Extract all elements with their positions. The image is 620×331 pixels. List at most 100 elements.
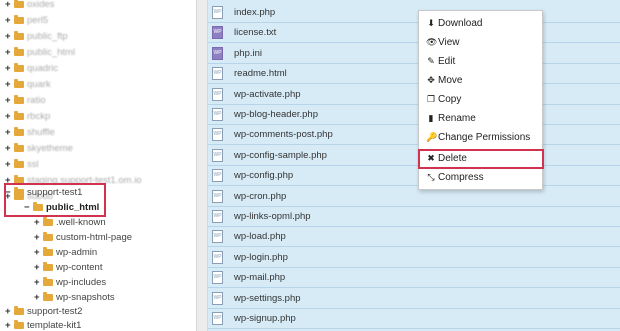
file-icon: WP xyxy=(212,250,223,264)
menu-item-label: Rename xyxy=(438,113,476,124)
highlight-box xyxy=(418,149,544,169)
file-row[interactable]: WP wp-mail.php xyxy=(208,268,620,289)
file-icon: WP xyxy=(212,67,223,81)
file-name: wp-config-sample.php xyxy=(234,149,327,161)
file-icon: WP xyxy=(212,291,223,305)
folder-icon xyxy=(14,47,24,56)
tree-item-label: perl5 xyxy=(27,15,49,26)
menu-item-label: Copy xyxy=(438,94,462,105)
file-name: wp-blog-header.php xyxy=(234,109,318,120)
folder-icon xyxy=(43,277,53,286)
file-name: wp-config.php xyxy=(234,170,294,182)
menu-item-label: View xyxy=(438,37,460,48)
folder-icon xyxy=(43,232,53,241)
file-name: index.php xyxy=(234,7,276,18)
file-row[interactable]: WP wp-links-opml.php xyxy=(208,207,620,227)
tree-item-label: support-test2 xyxy=(27,306,83,317)
highlight-box xyxy=(4,183,106,217)
file-icon: WP xyxy=(212,108,223,121)
download-icon: ⬇ xyxy=(427,18,435,28)
file-row[interactable]: WP wp-activate.php xyxy=(208,85,620,105)
expand-icon[interactable]: + xyxy=(5,317,13,331)
tree-item-label: public_html xyxy=(27,47,76,58)
file-row[interactable]: WP wp-settings.php xyxy=(208,289,620,309)
folder-icon xyxy=(43,247,53,256)
file-icon: WP xyxy=(212,271,223,285)
panel-divider[interactable] xyxy=(196,0,208,331)
file-icon: WP xyxy=(212,46,223,60)
folder-icon xyxy=(14,15,24,24)
menu-item-copy[interactable]: ❐ Copy xyxy=(419,90,542,109)
file-name: wp-mail.php xyxy=(234,272,286,284)
tree-item-label: quark xyxy=(27,79,51,90)
tree-item-label: wp-content xyxy=(56,262,103,273)
file-icon: WP xyxy=(212,312,223,325)
file-name: php.ini xyxy=(234,47,262,59)
context-menu: ⬇ Download 👁View ✎ Edit ✥ Move ❐ Copy ▮ Renam… xyxy=(418,10,544,190)
tree-item-label: public_ftp xyxy=(27,31,68,42)
menu-item-edit[interactable]: ✎ Edit xyxy=(419,52,542,71)
file-icon: WP xyxy=(212,87,223,101)
menu-item-rename[interactable]: ▮ Rename xyxy=(419,109,542,128)
folder-icon xyxy=(14,95,24,104)
file-row[interactable]: WP php.ini xyxy=(208,44,620,64)
file-icon: WP xyxy=(212,6,223,19)
file-name: wp-signup.php xyxy=(234,313,296,324)
folder-icon xyxy=(14,63,24,72)
tree-item-label: wp-snapshots xyxy=(56,292,115,303)
file-name: wp-links-opml.php xyxy=(234,211,311,222)
folder-icon xyxy=(43,292,53,301)
file-icon: ▮ xyxy=(428,113,434,123)
folder-icon xyxy=(14,143,24,152)
file-row[interactable]: WP wp-config.php xyxy=(208,166,620,187)
file-row[interactable]: WP index.php xyxy=(208,3,620,23)
file-name: license.txt xyxy=(234,27,277,39)
tree-item-label: ssl xyxy=(27,159,39,170)
file-name: wp-login.php xyxy=(234,251,288,263)
file-row[interactable]: WP license.txt xyxy=(208,23,620,44)
file-row[interactable]: WP wp-load.php xyxy=(208,227,620,248)
file-row[interactable]: WP wp-blog-header.php xyxy=(208,105,620,125)
file-name: wp-activate.php xyxy=(234,88,301,100)
tree-item-label: custom-html-page xyxy=(56,232,133,243)
file-name: wp-cron.php xyxy=(234,190,287,202)
move-icon: ✥ xyxy=(427,75,435,85)
folder-icon xyxy=(14,111,24,120)
menu-item-label: Compress xyxy=(438,172,484,183)
file-icon: WP xyxy=(212,26,223,40)
file-icon: WP xyxy=(212,189,223,203)
menu-item-change-permissions[interactable]: 🔑Change Permissions xyxy=(419,128,542,147)
menu-item-compress[interactable]: ⤡ Compress xyxy=(419,168,542,187)
pencil-icon: ✎ xyxy=(427,56,435,66)
menu-item-download[interactable]: ⬇ Download xyxy=(419,14,542,33)
tree-item-label: shuffle xyxy=(27,127,55,138)
menu-item-label: Download xyxy=(438,18,483,29)
file-row[interactable]: WP wp-cron.php xyxy=(208,187,620,207)
file-icon: WP xyxy=(212,128,223,142)
menu-item-label: Change Permissions xyxy=(438,132,531,143)
tree-item-label: wp-includes xyxy=(56,277,107,288)
file-row[interactable]: WP wp-signup.php xyxy=(208,309,620,329)
directory-tree: + oxides + perl5 + public_ftp + public_html + qua… xyxy=(0,0,196,331)
menu-item-move[interactable]: ✥ Move xyxy=(419,71,542,90)
tree-item-template-kit1[interactable]: + template-kit1 xyxy=(5,317,81,331)
tree-item-label: .well-known xyxy=(56,217,106,228)
folder-icon xyxy=(43,217,53,226)
file-name: wp-load.php xyxy=(234,231,286,243)
file-name: readme.html xyxy=(234,68,287,80)
file-icon: WP xyxy=(212,210,223,223)
copy-icon: ❐ xyxy=(426,94,436,104)
tree-item-label: oxides xyxy=(27,0,55,10)
tree-item-label: template-kit1 xyxy=(27,320,82,331)
file-row[interactable]: WP wp-config-sample.php xyxy=(208,146,620,166)
menu-item-view[interactable]: 👁View xyxy=(419,33,542,52)
eye-icon: 👁 xyxy=(426,37,438,47)
file-icon: WP xyxy=(212,169,223,183)
file-icon: WP xyxy=(212,230,223,244)
file-row[interactable]: WP wp-comments-post.php xyxy=(208,125,620,146)
folder-icon xyxy=(14,306,24,315)
file-row[interactable]: WP readme.html xyxy=(208,64,620,85)
tree-item-label: quadric xyxy=(27,63,59,74)
key-icon: 🔑 xyxy=(426,132,438,142)
file-row[interactable]: WP wp-login.php xyxy=(208,248,620,268)
